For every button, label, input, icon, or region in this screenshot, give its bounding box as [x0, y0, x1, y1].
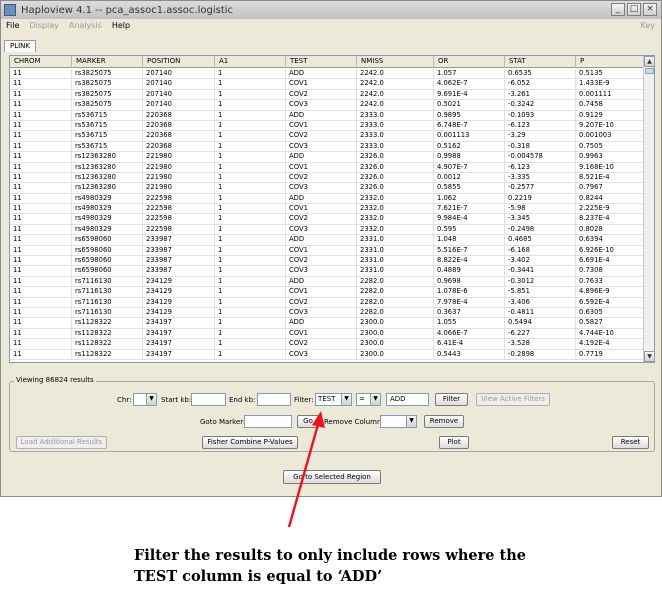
- caption-line-1: Filter the results to only include rows …: [134, 547, 527, 564]
- arrow-shaft: [287, 420, 321, 528]
- caption-line-2: TEST column is equal to ‘ADD’: [134, 568, 383, 585]
- annotation-arrow: [287, 411, 325, 528]
- annotation-caption: Filter the results to only include rows …: [134, 545, 526, 587]
- arrow-head-icon: [312, 411, 325, 428]
